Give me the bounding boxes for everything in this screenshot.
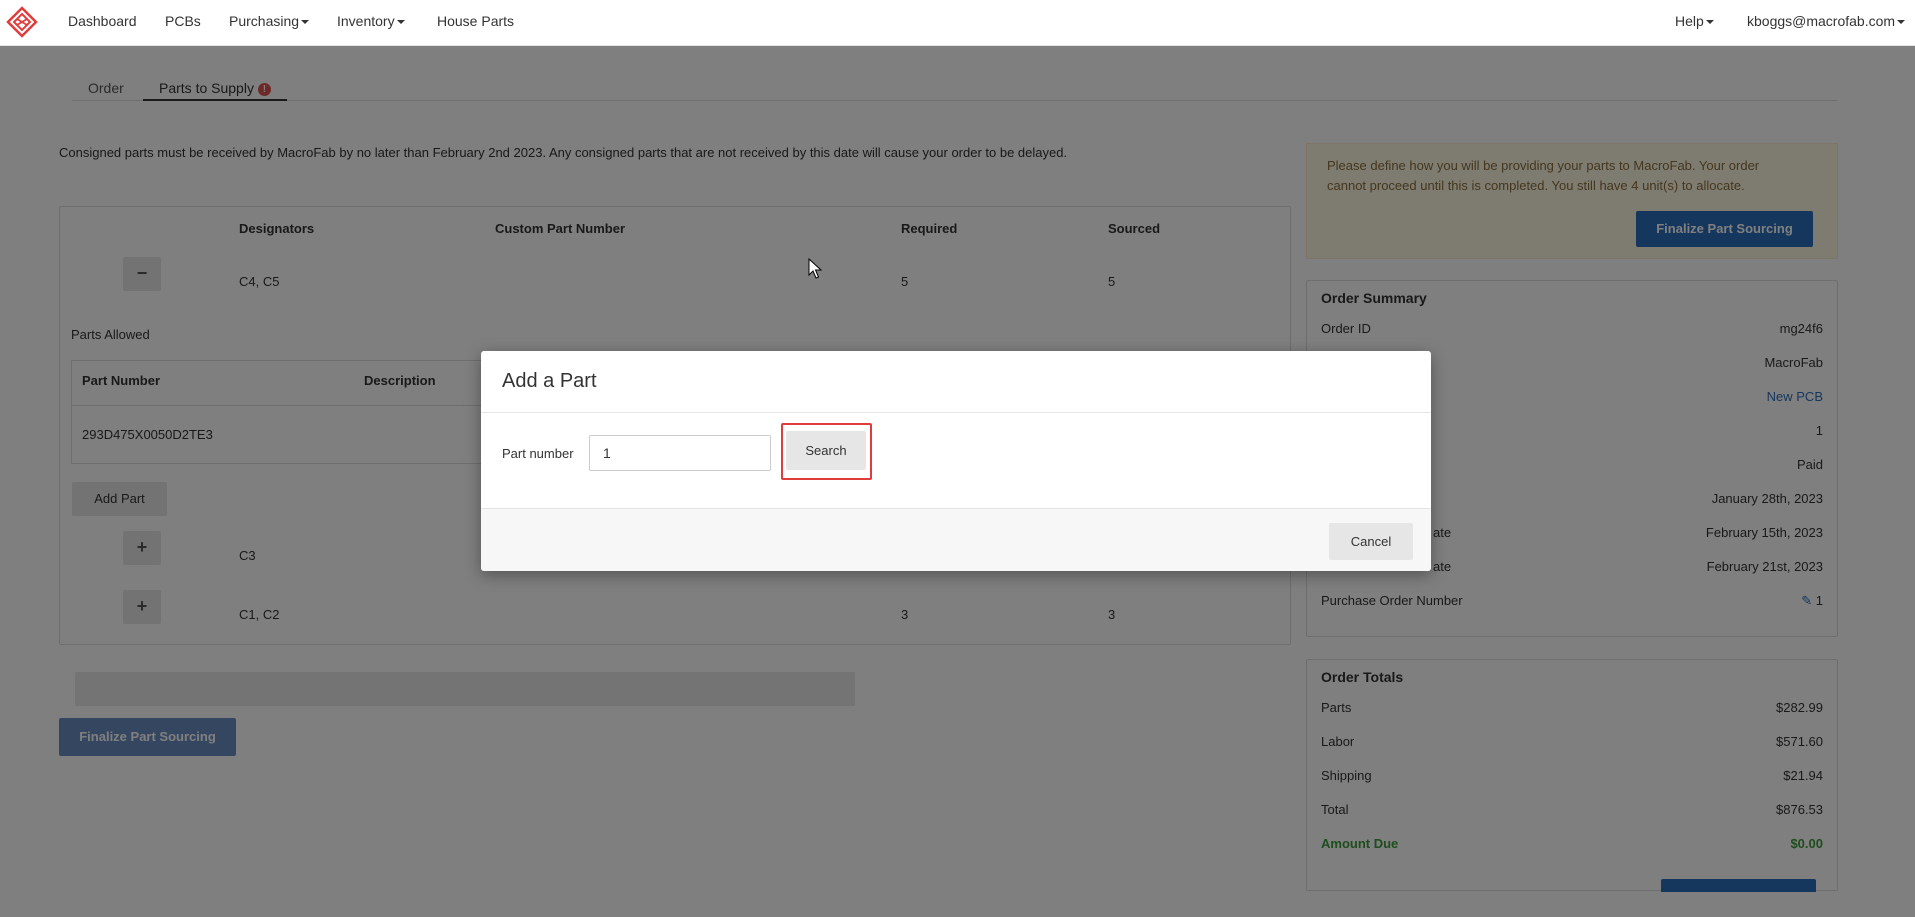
- nav-user-menu[interactable]: kboggs@macrofab.com: [1747, 13, 1906, 29]
- macrofab-logo-icon[interactable]: [6, 6, 38, 38]
- cancel-button[interactable]: Cancel: [1329, 523, 1413, 560]
- modal-body: Part number Search: [481, 413, 1431, 508]
- modal-title: Add a Part: [502, 370, 597, 392]
- nav-help-label: Help: [1675, 13, 1704, 29]
- nav-pcbs[interactable]: PCBs: [165, 13, 201, 29]
- chevron-down-icon: [301, 20, 310, 25]
- chevron-down-icon: [1897, 20, 1906, 25]
- chevron-down-icon: [1705, 20, 1714, 25]
- nav-purchasing[interactable]: Purchasing: [229, 13, 310, 29]
- nav-house-parts[interactable]: House Parts: [437, 13, 514, 29]
- search-button[interactable]: Search: [786, 431, 866, 470]
- chevron-down-icon: [396, 20, 405, 25]
- mouse-cursor-icon: [808, 258, 822, 279]
- user-email: kboggs@macrofab.com: [1747, 13, 1896, 29]
- modal-footer: Cancel: [481, 508, 1431, 571]
- top-navbar: Dashboard PCBs Purchasing Inventory Hous…: [0, 0, 1915, 46]
- nav-inventory[interactable]: Inventory: [337, 13, 405, 29]
- nav-inventory-label: Inventory: [337, 13, 395, 29]
- part-number-label: Part number: [502, 446, 574, 461]
- nav-dashboard[interactable]: Dashboard: [68, 13, 137, 29]
- part-number-input[interactable]: [589, 435, 771, 471]
- nav-help[interactable]: Help: [1675, 13, 1714, 29]
- nav-purchasing-label: Purchasing: [229, 13, 300, 29]
- add-part-modal: Add a Part Part number Search Cancel: [481, 351, 1431, 571]
- modal-header: Add a Part: [481, 351, 1431, 413]
